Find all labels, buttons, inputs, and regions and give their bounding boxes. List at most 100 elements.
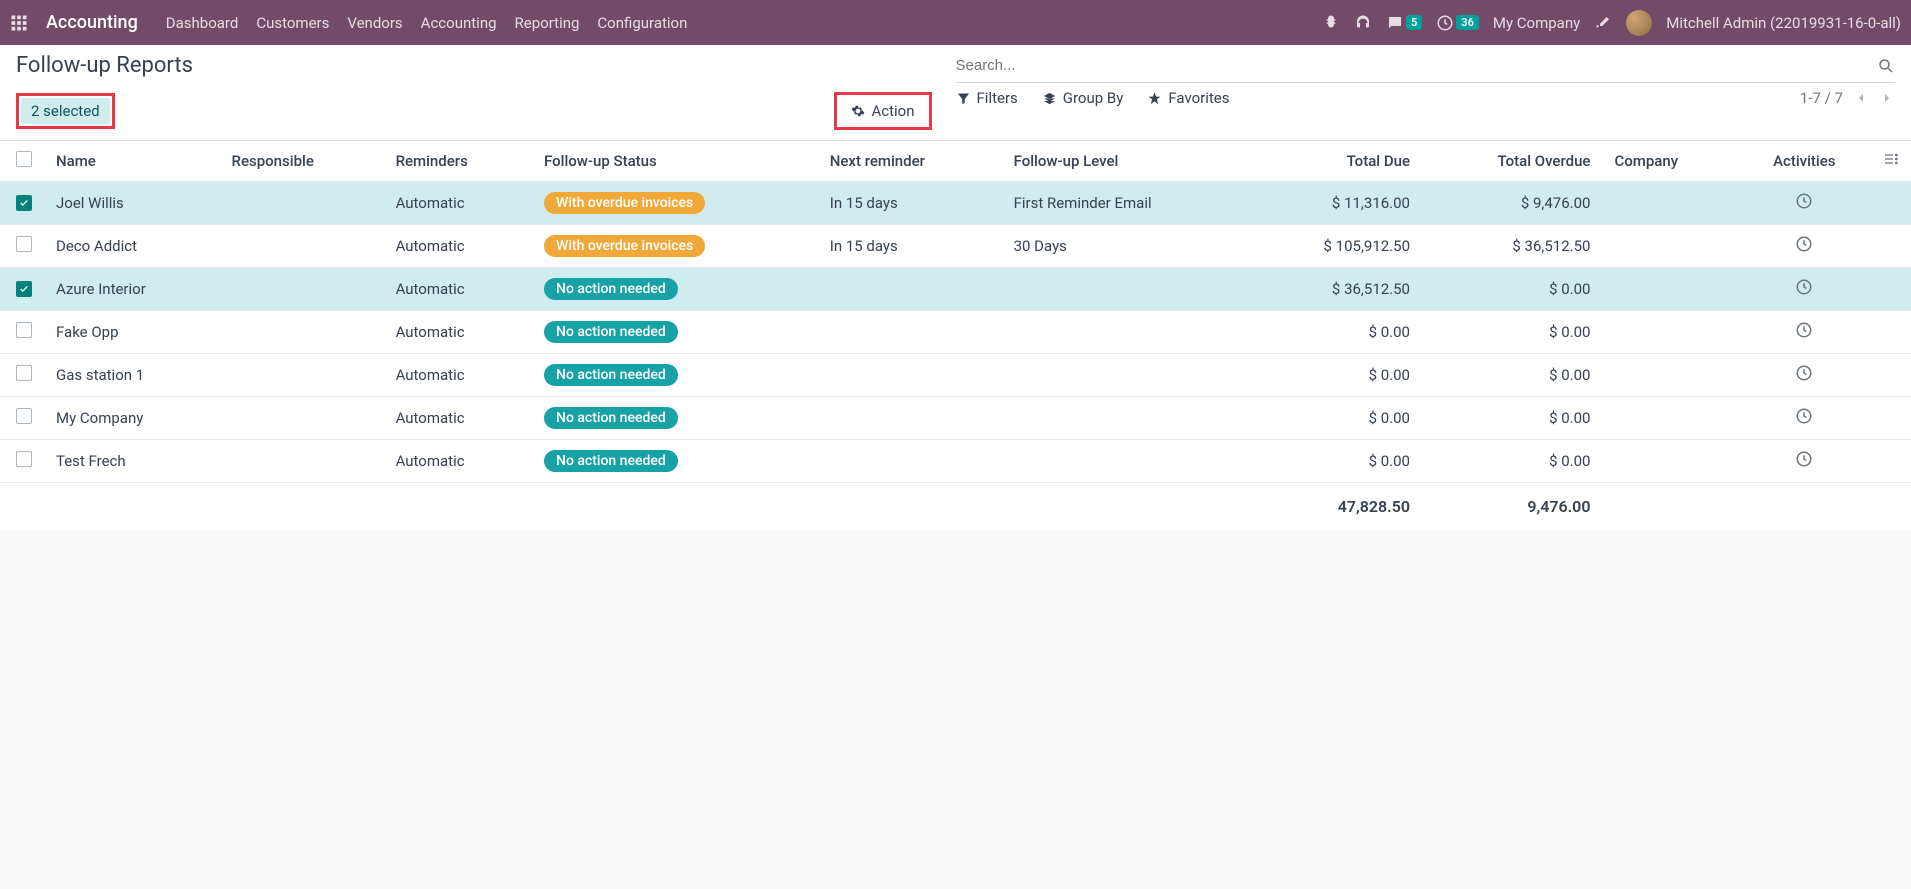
- col-overdue[interactable]: Total Overdue: [1422, 141, 1602, 182]
- cell-status: No action needed: [532, 268, 818, 311]
- table-row[interactable]: Gas station 1AutomaticNo action needed$ …: [0, 354, 1911, 397]
- support-icon[interactable]: [1354, 14, 1372, 32]
- row-checkbox[interactable]: [16, 322, 32, 338]
- cell-company: [1602, 268, 1737, 311]
- optional-columns-icon[interactable]: [1883, 151, 1899, 167]
- status-badge: No action needed: [544, 364, 678, 386]
- cell-activity[interactable]: [1738, 182, 1871, 225]
- search-input[interactable]: [956, 53, 1878, 78]
- user-menu[interactable]: Mitchell Admin (22019931-16-0-all): [1666, 14, 1901, 32]
- gear-icon: [851, 104, 865, 118]
- chat-icon: [1386, 14, 1404, 32]
- total-overdue: 9,476.00: [1422, 483, 1602, 531]
- pager-prev-icon[interactable]: [1853, 90, 1869, 106]
- menu-customers[interactable]: Customers: [256, 14, 329, 32]
- activities-button[interactable]: 36: [1436, 14, 1479, 32]
- row-checkbox[interactable]: [16, 281, 32, 297]
- cell-company: [1602, 311, 1737, 354]
- company-switcher[interactable]: My Company: [1493, 14, 1580, 32]
- menu-vendors[interactable]: Vendors: [347, 14, 402, 32]
- cell-activity[interactable]: [1738, 311, 1871, 354]
- cell-reminders: Automatic: [384, 354, 532, 397]
- cell-activity[interactable]: [1738, 225, 1871, 268]
- status-badge: With overdue invoices: [544, 192, 705, 214]
- cell-company: [1602, 397, 1737, 440]
- row-checkbox[interactable]: [16, 408, 32, 424]
- cell-name: Fake Opp: [44, 311, 220, 354]
- filters-button[interactable]: Filters: [956, 89, 1018, 107]
- col-activities[interactable]: Activities: [1738, 141, 1871, 182]
- table-row[interactable]: Fake OppAutomaticNo action needed$ 0.00$…: [0, 311, 1911, 354]
- cell-status: No action needed: [532, 440, 818, 483]
- menu-accounting[interactable]: Accounting: [421, 14, 497, 32]
- apps-icon[interactable]: [10, 14, 28, 32]
- selection-highlight: 2 selected: [16, 93, 115, 129]
- clock-icon: [1436, 14, 1454, 32]
- cell-level: [1002, 311, 1252, 354]
- col-company[interactable]: Company: [1602, 141, 1737, 182]
- cell-next: In 15 days: [818, 225, 1002, 268]
- col-reminders[interactable]: Reminders: [384, 141, 532, 182]
- col-name[interactable]: Name: [44, 141, 220, 182]
- groupby-button[interactable]: Group By: [1042, 89, 1124, 107]
- cell-next: [818, 354, 1002, 397]
- user-avatar[interactable]: [1626, 10, 1652, 36]
- cell-level: [1002, 397, 1252, 440]
- cell-due: $ 0.00: [1252, 311, 1422, 354]
- cell-responsible: [220, 440, 384, 483]
- cell-due: $ 0.00: [1252, 397, 1422, 440]
- col-next[interactable]: Next reminder: [818, 141, 1002, 182]
- row-checkbox[interactable]: [16, 195, 32, 211]
- selection-count[interactable]: 2 selected: [21, 98, 110, 124]
- cell-activity[interactable]: [1738, 397, 1871, 440]
- table-row[interactable]: Azure InteriorAutomaticNo action needed$…: [0, 268, 1911, 311]
- layers-icon: [1042, 91, 1057, 106]
- action-button[interactable]: Action: [839, 97, 926, 125]
- table-row[interactable]: My CompanyAutomaticNo action needed$ 0.0…: [0, 397, 1911, 440]
- messages-button[interactable]: 5: [1386, 14, 1422, 32]
- row-checkbox[interactable]: [16, 236, 32, 252]
- pager-next-icon[interactable]: [1879, 90, 1895, 106]
- pager-text[interactable]: 1-7 / 7: [1800, 89, 1843, 107]
- cell-due: $ 0.00: [1252, 440, 1422, 483]
- tools-icon[interactable]: [1594, 14, 1612, 32]
- cell-company: [1602, 225, 1737, 268]
- col-level[interactable]: Follow-up Level: [1002, 141, 1252, 182]
- messages-count: 5: [1406, 15, 1422, 30]
- row-checkbox[interactable]: [16, 365, 32, 381]
- menu-configuration[interactable]: Configuration: [597, 14, 687, 32]
- status-badge: No action needed: [544, 321, 678, 343]
- menu-reporting[interactable]: Reporting: [515, 14, 580, 32]
- activity-clock-icon: [1795, 407, 1813, 425]
- cell-company: [1602, 354, 1737, 397]
- cell-level: [1002, 268, 1252, 311]
- control-panel: Follow-up Reports 2 selected Action: [0, 45, 1911, 141]
- col-due[interactable]: Total Due: [1252, 141, 1422, 182]
- cell-activity[interactable]: [1738, 440, 1871, 483]
- table-row[interactable]: Deco AddictAutomaticWith overdue invoice…: [0, 225, 1911, 268]
- cell-due: $ 11,316.00: [1252, 182, 1422, 225]
- col-status[interactable]: Follow-up Status: [532, 141, 818, 182]
- debug-icon[interactable]: [1322, 14, 1340, 32]
- cell-next: [818, 268, 1002, 311]
- cell-activity[interactable]: [1738, 354, 1871, 397]
- cell-responsible: [220, 182, 384, 225]
- favorites-button[interactable]: Favorites: [1147, 89, 1229, 107]
- col-responsible[interactable]: Responsible: [220, 141, 384, 182]
- select-all-checkbox[interactable]: [16, 151, 32, 167]
- cell-next: [818, 311, 1002, 354]
- menu-dashboard[interactable]: Dashboard: [166, 14, 239, 32]
- table-row[interactable]: Joel WillisAutomaticWith overdue invoice…: [0, 182, 1911, 225]
- cell-responsible: [220, 268, 384, 311]
- cell-due: $ 105,912.50: [1252, 225, 1422, 268]
- cell-next: In 15 days: [818, 182, 1002, 225]
- cell-next: [818, 440, 1002, 483]
- status-badge: No action needed: [544, 407, 678, 429]
- row-checkbox[interactable]: [16, 451, 32, 467]
- app-title[interactable]: Accounting: [46, 12, 138, 33]
- table-row[interactable]: Test FrechAutomaticNo action needed$ 0.0…: [0, 440, 1911, 483]
- cell-activity[interactable]: [1738, 268, 1871, 311]
- search-icon[interactable]: [1877, 57, 1895, 75]
- cell-name: Test Frech: [44, 440, 220, 483]
- activity-clock-icon: [1795, 192, 1813, 210]
